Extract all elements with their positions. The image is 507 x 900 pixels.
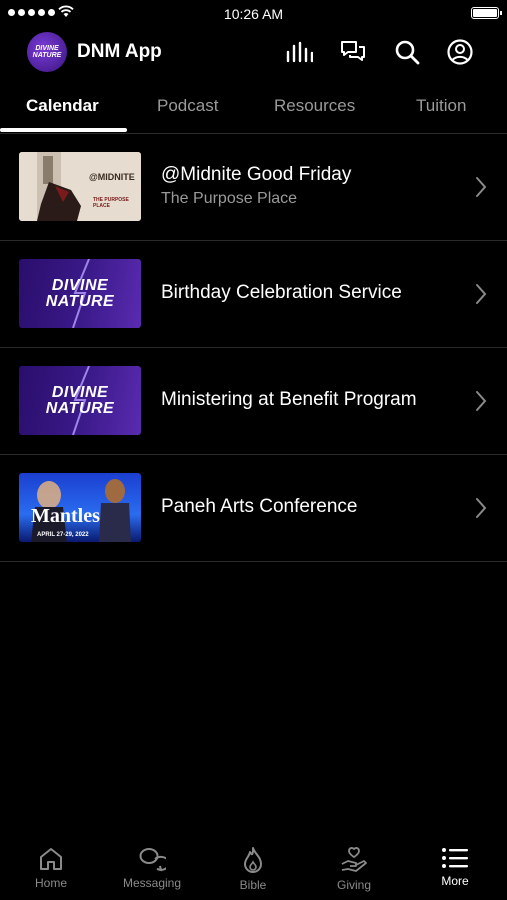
bottom-nav-label: Messaging bbox=[122, 876, 182, 890]
chevron-right-icon bbox=[476, 284, 487, 304]
list-item[interactable]: DIVINE NATURE Birthday Celebration Servi… bbox=[0, 241, 507, 348]
chevron-right-icon bbox=[476, 498, 487, 518]
bottom-nav-home[interactable]: Home bbox=[11, 846, 91, 898]
chevron-right-icon bbox=[476, 177, 487, 197]
list-item[interactable]: @MIDNITE THE PURPOSE PLACE @Midnite Good… bbox=[0, 134, 507, 241]
battery-icon bbox=[471, 7, 502, 19]
bottom-nav-bible[interactable]: Bible bbox=[213, 846, 293, 898]
bottom-tab-bar: Home Messaging Bible Giving More bbox=[0, 840, 507, 900]
chevron-right-icon bbox=[476, 391, 487, 411]
status-time: 10:26 AM bbox=[223, 6, 284, 22]
thumb-caption: Mantles bbox=[31, 505, 100, 527]
app-logo-text: DIVINE NATURE bbox=[32, 45, 62, 59]
bottom-nav-label: More bbox=[441, 874, 469, 888]
giving-hand-icon bbox=[341, 847, 367, 872]
bottom-nav-label: Home bbox=[34, 876, 67, 890]
home-icon bbox=[40, 848, 62, 870]
event-title: Ministering at Benefit Program bbox=[161, 389, 417, 410]
event-thumbnail: DIVINE NATURE bbox=[19, 259, 141, 328]
bottom-nav-giving[interactable]: Giving bbox=[314, 846, 394, 898]
tab-podcast[interactable]: Podcast bbox=[157, 96, 218, 116]
tab-resources[interactable]: Resources bbox=[274, 96, 355, 116]
event-list: @MIDNITE THE PURPOSE PLACE @Midnite Good… bbox=[0, 134, 507, 562]
content-tabs: Calendar Podcast Resources Tuition bbox=[0, 84, 507, 134]
bottom-nav-messaging[interactable]: Messaging bbox=[112, 846, 192, 898]
messaging-icon bbox=[139, 848, 166, 872]
search-icon[interactable] bbox=[392, 37, 422, 67]
app-title: DNM App bbox=[77, 41, 162, 62]
event-thumbnail: Mantles APRIL 27-29, 2022 bbox=[19, 473, 141, 542]
more-list-icon bbox=[442, 848, 468, 868]
bottom-nav-more[interactable]: More bbox=[415, 846, 495, 898]
thumb-caption: DIVINE NATURE bbox=[45, 383, 115, 417]
event-title: @Midnite Good Friday bbox=[161, 164, 352, 185]
thumb-subcaption: APRIL 27-29, 2022 bbox=[37, 532, 89, 538]
event-thumbnail: @MIDNITE THE PURPOSE PLACE bbox=[19, 152, 141, 221]
profile-icon[interactable] bbox=[445, 37, 475, 67]
thumb-caption: DIVINE NATURE bbox=[45, 276, 115, 310]
status-bar: 10:26 AM bbox=[0, 0, 507, 26]
active-tab-indicator bbox=[0, 128, 127, 132]
event-title: Birthday Celebration Service bbox=[161, 282, 402, 303]
event-subtitle: The Purpose Place bbox=[161, 190, 298, 207]
bible-flame-icon bbox=[244, 847, 262, 873]
bottom-nav-label: Giving bbox=[336, 878, 371, 892]
tab-tuition[interactable]: Tuition bbox=[416, 96, 466, 116]
event-title: Paneh Arts Conference bbox=[161, 496, 358, 517]
list-item[interactable]: DIVINE NATURE Ministering at Benefit Pro… bbox=[0, 348, 507, 455]
bottom-nav-label: Bible bbox=[239, 878, 267, 892]
app-header: DIVINE NATURE DNM App bbox=[0, 30, 507, 74]
thumb-caption: @MIDNITE bbox=[89, 172, 135, 182]
chat-icon[interactable] bbox=[338, 37, 368, 67]
app-logo[interactable]: DIVINE NATURE bbox=[27, 32, 67, 72]
audio-bars-icon[interactable] bbox=[284, 37, 314, 67]
tab-calendar[interactable]: Calendar bbox=[26, 96, 99, 116]
event-thumbnail: DIVINE NATURE bbox=[19, 366, 141, 435]
thumb-subcaption: THE PURPOSE PLACE bbox=[93, 197, 129, 209]
list-item[interactable]: Mantles APRIL 27-29, 2022 Paneh Arts Con… bbox=[0, 455, 507, 562]
